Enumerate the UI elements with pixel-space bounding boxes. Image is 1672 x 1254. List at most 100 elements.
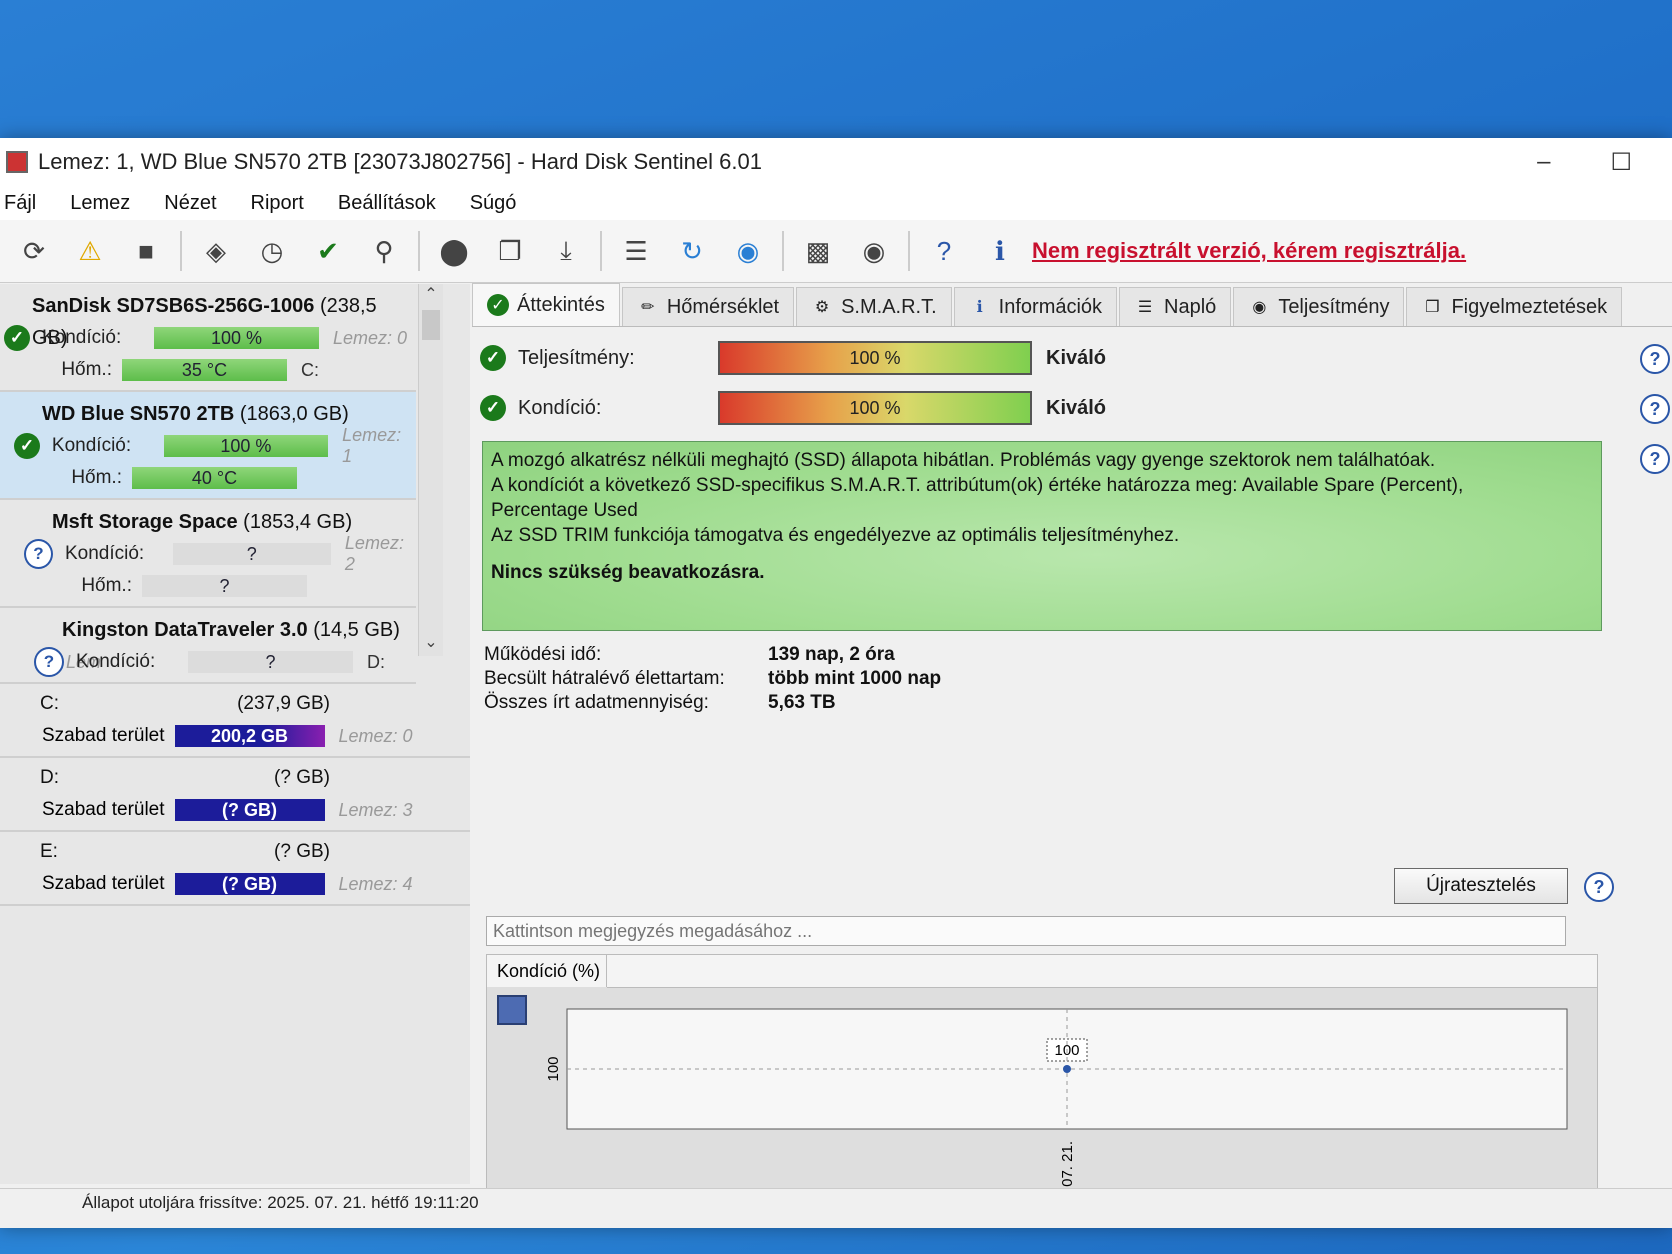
free-space-bar: (? GB) — [174, 873, 325, 895]
health-bar: 100 % — [718, 391, 1032, 425]
temperature-bar: 35 °C — [122, 359, 287, 381]
volume-disk: Lemez: 0 — [338, 725, 413, 746]
volume-disk: Lemez: 3 — [338, 799, 413, 820]
help-icon[interactable]: ? — [925, 232, 963, 270]
menu-file[interactable]: Fájl — [4, 192, 36, 215]
register-link[interactable]: Nem regisztrált verzió, kérem regisztrál… — [1032, 238, 1466, 264]
app-window: Lemez: 1, WD Blue SN570 2TB [23073J80275… — [0, 138, 1672, 1228]
menu-report[interactable]: Riport — [251, 192, 304, 215]
disk-name: SanDisk SD7SB6S-256G-1006 — [32, 295, 315, 317]
y-tick-label: 100 — [545, 1056, 562, 1081]
disk-list-scrollbar[interactable]: ⌃ ⌄ — [418, 284, 443, 656]
info-icon: ℹ — [976, 299, 983, 316]
copy-icon[interactable]: ❐ — [491, 232, 529, 270]
disk-search-icon[interactable]: ⚲ — [365, 232, 403, 270]
tab-alerts[interactable]: ❐ Figyelmeztetések — [1406, 287, 1623, 326]
help-icon[interactable]: ? — [1640, 444, 1670, 474]
help-icon[interactable]: ? — [1640, 394, 1670, 424]
network-icon[interactable]: ◉ — [729, 232, 767, 270]
condition-label: Kondíció: — [64, 543, 145, 564]
sync-icon[interactable]: ↻ — [673, 232, 711, 270]
tab-temperature[interactable]: ✏ Hőmérséklet — [621, 287, 795, 326]
disk-name: WD Blue SN570 2TB — [42, 403, 235, 425]
monitor-icon[interactable]: ▩ — [799, 232, 837, 270]
disk-timer-icon[interactable]: ◷ — [253, 232, 291, 270]
health-row: ✓ Kondíció: 100 % Kiváló — [476, 383, 1672, 433]
thermometer-icon: ✏ — [641, 299, 655, 316]
sound-icon[interactable]: ◉ — [855, 232, 893, 270]
disk-stats: Működési idő: 139 nap, 2 óra Becsült hátr… — [484, 643, 1672, 715]
disk-icon[interactable]: ■ — [127, 232, 165, 270]
volume-letter: C: — [40, 693, 59, 714]
help-icon[interactable]: ? — [1640, 344, 1670, 374]
chart-tab-health[interactable]: Kondíció (%) — [487, 955, 607, 987]
minimize-icon[interactable]: – — [1537, 148, 1550, 177]
disk-entry-1[interactable]: WD Blue SN570 2TB (1863,0 GB) ✓ Kondíció:… — [0, 392, 416, 500]
disk-entry-2[interactable]: Msft Storage Space (1853,4 GB) ? Kondíció… — [0, 500, 416, 608]
performance-row: ✓ Teljesítmény: 100 % Kiváló — [476, 333, 1672, 383]
report-icon[interactable]: ☰ — [617, 232, 655, 270]
maximize-icon[interactable]: ☐ — [1610, 148, 1632, 177]
help-icon[interactable]: ? — [1584, 872, 1614, 902]
lifetime-value: több mint 1000 nap — [768, 668, 942, 689]
question-icon: ? — [24, 539, 53, 569]
install-icon[interactable]: ⤓ — [547, 232, 585, 270]
menu-disk[interactable]: Lemez — [70, 192, 130, 215]
performance-label: Teljesítmény: — [518, 346, 635, 369]
ok-check-icon: ✓ — [4, 325, 30, 351]
free-space-label: Szabad terület — [42, 725, 165, 746]
menu-settings[interactable]: Beállítások — [338, 192, 436, 215]
menu-help[interactable]: Súgó — [470, 192, 517, 215]
scroll-down-icon[interactable]: ⌄ — [419, 632, 443, 656]
volume-entry-c[interactable]: C: (237,9 GB) Szabad terület 200,2 GB Lemez… — [0, 684, 470, 758]
written-value: 5,63 TB — [768, 692, 836, 713]
disk-entry-3[interactable]: Kingston DataTraveler 3.0 (14,5 GB) Lem … — [0, 608, 416, 684]
document-icon: ❐ — [1425, 299, 1440, 316]
warning-icon[interactable]: ⚠ — [71, 232, 109, 270]
menu-view[interactable]: Nézet — [164, 192, 216, 215]
disk-index: Lemez: 1 — [342, 425, 402, 466]
condition-label: Kondíció: — [42, 327, 122, 348]
volume-size: (? GB) — [274, 841, 330, 862]
health-bar: ? — [188, 651, 353, 673]
disk-check-icon[interactable]: ✔ — [309, 232, 347, 270]
toolbar: ⟳ ⚠ ■ ◈ ◷ ✔ ⚲ ⬤ ❐ ⤓ ☰ ↻ ◉ ▩ ◉ ? ℹ Nem re… — [0, 220, 1672, 283]
volume-disk: Lemez: 4 — [338, 873, 413, 894]
performance-rating: Kiváló — [1046, 346, 1107, 369]
question-icon: ? — [34, 647, 64, 677]
disk-tool-icon[interactable]: ◈ — [197, 232, 235, 270]
power-on-value: 139 nap, 2 óra — [768, 644, 895, 665]
volume-entry-e[interactable]: E: (? GB) Szabad terület (? GB) Lemez: 4 — [0, 832, 470, 906]
tab-smart[interactable]: ⚙ S.M.A.R.T. — [796, 287, 952, 326]
temperature-label: Hőm.: — [61, 359, 112, 380]
health-bar: 100 % — [154, 327, 319, 349]
refresh-icon[interactable]: ⟳ — [15, 232, 53, 270]
status-text-box: A mozgó alkatrész nélküli meghajtó (SSD)… — [482, 441, 1602, 631]
disk-entry-0[interactable]: SanDisk SD7SB6S-256G-1006 (238,5 GB) ✓ Ko… — [0, 284, 416, 392]
condition-label: Kondíció: — [76, 651, 156, 672]
note-input[interactable] — [486, 916, 1566, 946]
ok-check-icon: ✓ — [14, 433, 40, 459]
retest-button[interactable]: Újratesztelés — [1394, 868, 1568, 904]
volume-size: (237,9 GB) — [237, 693, 330, 714]
disk-list-pane: ⌃ ⌄ SanDisk SD7SB6S-256G-1006 (238,5 GB)… — [0, 284, 470, 1184]
volume-letter: E: — [40, 841, 58, 862]
ok-check-icon: ✓ — [480, 345, 506, 371]
tab-information[interactable]: ℹ Információk — [953, 287, 1118, 326]
temperature-bar: 40 °C — [132, 467, 297, 489]
tab-log[interactable]: ☰ Napló — [1119, 287, 1232, 326]
info-icon[interactable]: ℹ — [981, 232, 1019, 270]
scroll-up-icon[interactable]: ⌃ — [419, 284, 443, 308]
volume-entry-d[interactable]: D: (? GB) Szabad terület (? GB) Lemez: 3 — [0, 758, 470, 832]
disk-index: Lemez: 2 — [344, 533, 404, 574]
drive-letter: C: — [301, 359, 319, 380]
scroll-thumb[interactable] — [422, 310, 440, 340]
surface-test-icon[interactable]: ⬤ — [435, 232, 473, 270]
window-title: Lemez: 1, WD Blue SN570 2TB [23073J80275… — [38, 149, 762, 174]
tab-performance[interactable]: ◉ Teljesítmény — [1233, 287, 1405, 326]
gauge-icon: ◉ — [1252, 299, 1267, 316]
title-bar: Lemez: 1, WD Blue SN570 2TB [23073J80275… — [0, 138, 1672, 186]
tab-overview[interactable]: ✓ Áttekintés — [472, 283, 620, 326]
check-icon: ✓ — [487, 294, 509, 316]
performance-bar: 100 % — [718, 341, 1032, 375]
